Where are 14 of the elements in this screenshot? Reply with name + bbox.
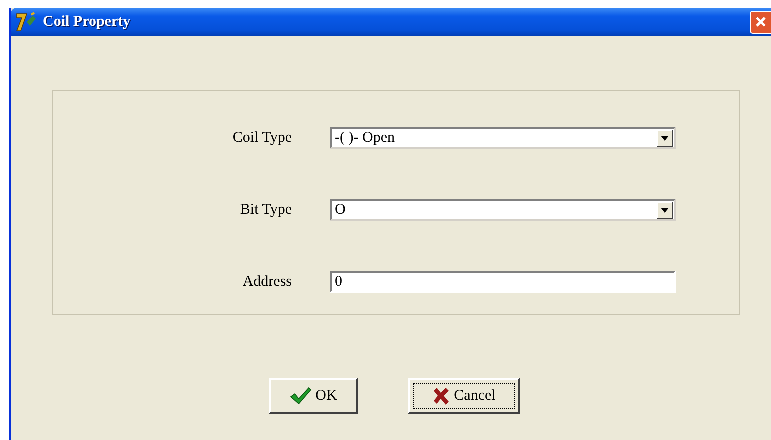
app-logo-icon: [15, 12, 39, 32]
window-title: Coil Property: [43, 14, 131, 30]
ok-button[interactable]: OK: [269, 378, 358, 414]
cross-icon: [432, 387, 450, 405]
input-field[interactable]: 0: [330, 271, 676, 293]
dropdown[interactable]: -( )- Open: [330, 127, 676, 149]
field-label: Bit Type: [239, 202, 292, 218]
cancel-button[interactable]: Cancel: [408, 378, 520, 414]
dropdown[interactable]: O: [330, 199, 676, 221]
close-icon[interactable]: [754, 15, 768, 29]
field-label: Coil Type: [232, 130, 292, 146]
field-label: Address: [242, 274, 292, 290]
check-icon: [290, 387, 312, 405]
close-button[interactable]: [750, 10, 771, 34]
